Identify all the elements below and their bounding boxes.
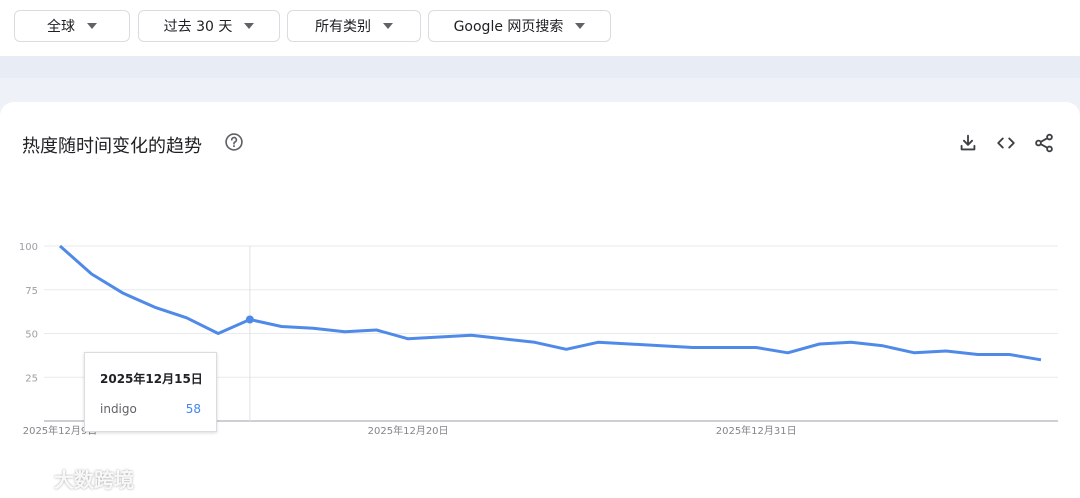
tooltip-value: 58 [185,402,201,416]
y-axis-ticks: 100 75 50 25 [19,242,38,384]
series-points [245,315,254,324]
tooltip-date: 2025年12月15日 [100,372,203,386]
x-tick-label: 2025年12月20日 [368,424,449,437]
chart-tooltip: 2025年12月15日 indigo 58 [84,352,217,432]
watermark-text: 大数跨境 [54,468,134,492]
x-tick-label: 2025年12月31日 [716,424,797,437]
watermark-logo-icon [8,467,48,488]
watermark: 大数跨境 [8,464,134,493]
data-point [245,315,254,324]
tooltip-term: indigo [100,402,137,416]
series-line-indigo [59,244,1042,362]
y-tick-label: 50 [25,330,38,341]
y-tick-label: 100 [19,242,38,253]
y-tick-label: 25 [25,373,38,384]
y-tick-label: 75 [25,286,38,297]
